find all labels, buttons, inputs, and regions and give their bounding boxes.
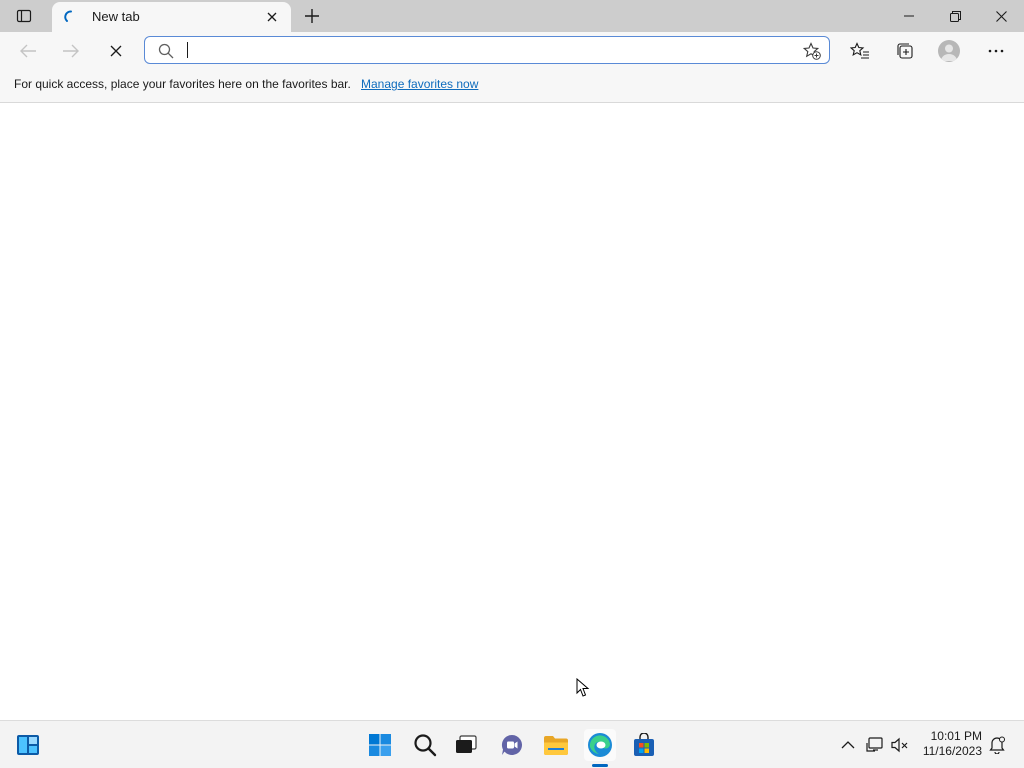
show-hidden-icons-button[interactable] [838,735,858,755]
tab-actions-icon [16,9,32,23]
add-favorite-icon[interactable] [803,42,821,60]
tab-new-tab[interactable]: New tab [52,2,291,32]
chat-icon [501,734,523,755]
search-icon [158,43,174,59]
widgets-button[interactable] [12,729,44,761]
clock-time: 10:01 PM [930,729,982,743]
restore-icon [949,10,961,22]
arrow-left-icon [20,44,36,58]
profile-avatar[interactable] [938,40,960,62]
close-window-button[interactable] [978,0,1024,32]
taskbar-search-button[interactable] [409,729,441,761]
mouse-pointer-icon [576,678,590,697]
favorites-bar-message: For quick access, place your favorites h… [14,77,351,91]
page-content[interactable] [0,103,1024,720]
task-view-button[interactable] [450,729,482,761]
stop-loading-button[interactable] [102,37,130,65]
edge-taskbar-button[interactable] [584,729,616,761]
minimize-icon [904,15,914,17]
store-button[interactable] [628,729,660,761]
forward-button[interactable] [57,37,85,65]
tab-actions-menu-button[interactable] [8,4,40,28]
back-button[interactable] [14,37,42,65]
favorites-star-icon [850,42,869,59]
close-icon [995,10,1007,22]
restore-button[interactable] [932,0,978,32]
task-view-icon [456,735,477,753]
start-icon [369,734,391,756]
notifications-button[interactable] [987,735,1007,755]
favorites-bar: For quick access, place your favorites h… [0,70,1024,103]
network-status-button[interactable] [865,735,885,755]
profile-icon [941,44,957,61]
browser-toolbar [0,32,1024,70]
collections-icon [897,43,913,59]
address-input[interactable] [185,40,745,60]
chat-button[interactable] [496,729,528,761]
close-icon [267,12,277,22]
collections-button[interactable] [893,39,917,63]
volume-muted-icon [891,737,908,753]
taskbar-clock[interactable]: 10:01 PM 11/16/2023 [916,729,982,759]
notification-bell-icon [989,736,1005,754]
chevron-up-icon [841,741,855,749]
minimize-button[interactable] [886,0,932,32]
search-icon [414,734,437,757]
arrow-right-icon [63,44,79,58]
favorites-button[interactable] [848,39,872,63]
clock-date: 11/16/2023 [922,744,982,758]
edge-icon [588,733,612,757]
new-tab-button[interactable] [300,4,324,28]
address-bar[interactable] [144,36,830,64]
taskbar: 10:01 PM 11/16/2023 [0,720,1024,768]
tab-title: New tab [92,9,140,24]
active-app-indicator [592,764,608,767]
widgets-icon [17,735,39,755]
file-explorer-button[interactable] [540,729,572,761]
store-icon [634,733,654,756]
settings-more-button[interactable] [984,39,1008,63]
network-icon [866,737,883,752]
volume-button[interactable] [890,735,910,755]
text-caret [187,42,188,58]
plus-icon [305,9,319,23]
stop-icon [110,45,122,57]
tab-close-button[interactable] [265,10,279,24]
file-explorer-icon [544,736,568,755]
more-icon [988,49,1004,53]
loading-spinner-icon [64,10,72,22]
title-bar: New tab [0,0,1024,32]
start-button[interactable] [364,729,396,761]
manage-favorites-link[interactable]: Manage favorites now [361,77,478,91]
